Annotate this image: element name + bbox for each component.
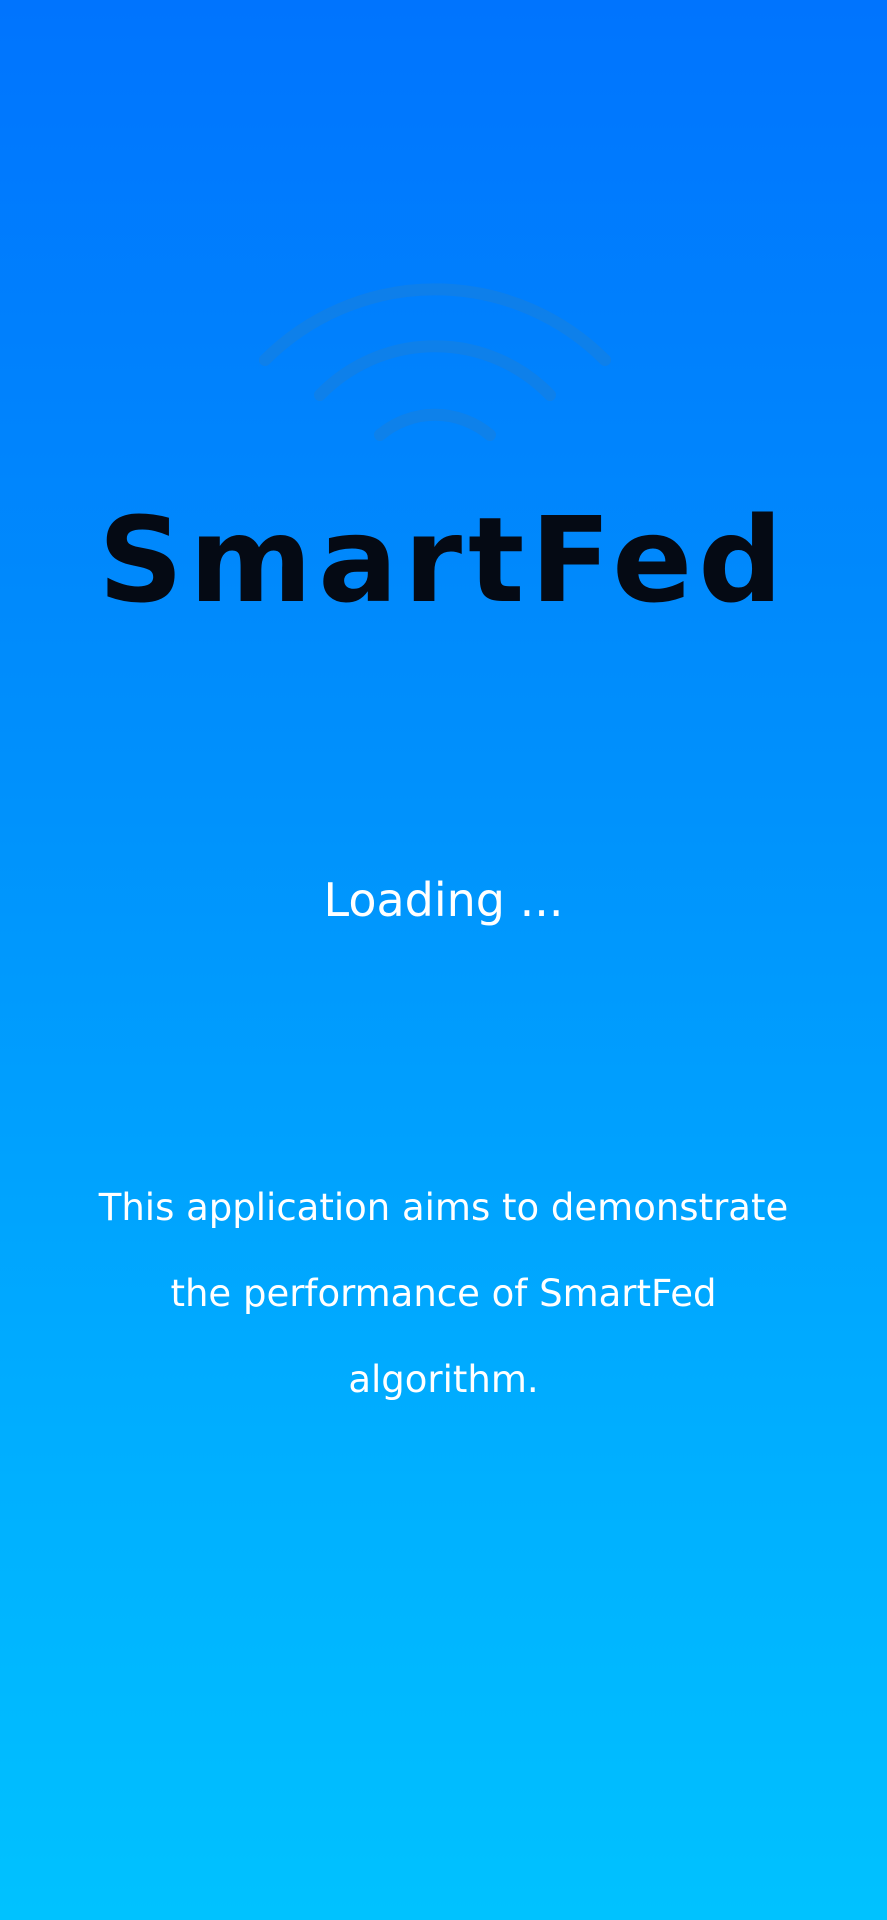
splash-screen: SmartFed Loading ... This application ai…	[0, 0, 887, 1920]
loading-text: Loading ...	[323, 873, 564, 927]
app-title: SmartFed	[98, 491, 789, 629]
wifi-signal-icon	[255, 270, 615, 450]
app-description: This application aims to demonstrate the…	[98, 1186, 789, 1401]
